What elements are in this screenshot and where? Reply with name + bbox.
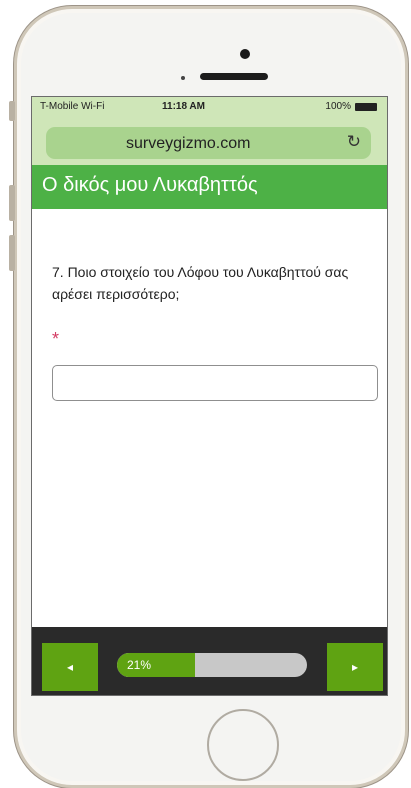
browser-toolbar: surveygizmo.com ↻ bbox=[32, 117, 387, 165]
progress-label: 21% bbox=[127, 658, 152, 672]
survey-header: Ο δικός μου Λυκαβηττός bbox=[32, 165, 387, 209]
speaker bbox=[200, 73, 268, 80]
progress-bar: 21% bbox=[117, 653, 307, 677]
volume-down-button bbox=[9, 235, 15, 271]
reload-icon[interactable]: ↻ bbox=[347, 132, 361, 152]
volume-up-button bbox=[9, 185, 15, 221]
status-bar: T-Mobile Wi-Fi 11:18 AM 100% bbox=[32, 97, 387, 117]
mute-switch bbox=[9, 101, 15, 121]
phone-screen: T-Mobile Wi-Fi 11:18 AM 100% surveygizmo… bbox=[31, 96, 388, 696]
required-marker: * bbox=[52, 329, 60, 349]
survey-title: Ο δικός μου Λυκαβηττός bbox=[42, 174, 258, 196]
next-arrow-icon: ▸ bbox=[351, 660, 359, 674]
previous-button[interactable]: ◂ bbox=[42, 643, 98, 691]
battery-icon bbox=[355, 102, 377, 111]
battery-indicator: 100% bbox=[325, 101, 377, 112]
carrier-label: T-Mobile Wi-Fi bbox=[40, 101, 105, 112]
address-bar[interactable]: surveygizmo.com ↻ bbox=[46, 127, 371, 159]
question-text: 7. Ποιο στοιχείο του Λόφου του Λυκαβηττο… bbox=[52, 264, 349, 302]
next-button[interactable]: ▸ bbox=[327, 643, 383, 691]
battery-percent: 100% bbox=[325, 101, 351, 112]
answer-input[interactable] bbox=[52, 365, 378, 401]
home-button[interactable] bbox=[207, 709, 279, 781]
url-text: surveygizmo.com bbox=[126, 135, 251, 152]
front-camera bbox=[240, 49, 250, 59]
previous-arrow-icon: ◂ bbox=[66, 660, 74, 674]
proximity-sensor bbox=[181, 76, 185, 80]
time-label: 11:18 AM bbox=[162, 101, 205, 112]
survey-footer: ◂ 21% ▸ bbox=[32, 627, 387, 695]
